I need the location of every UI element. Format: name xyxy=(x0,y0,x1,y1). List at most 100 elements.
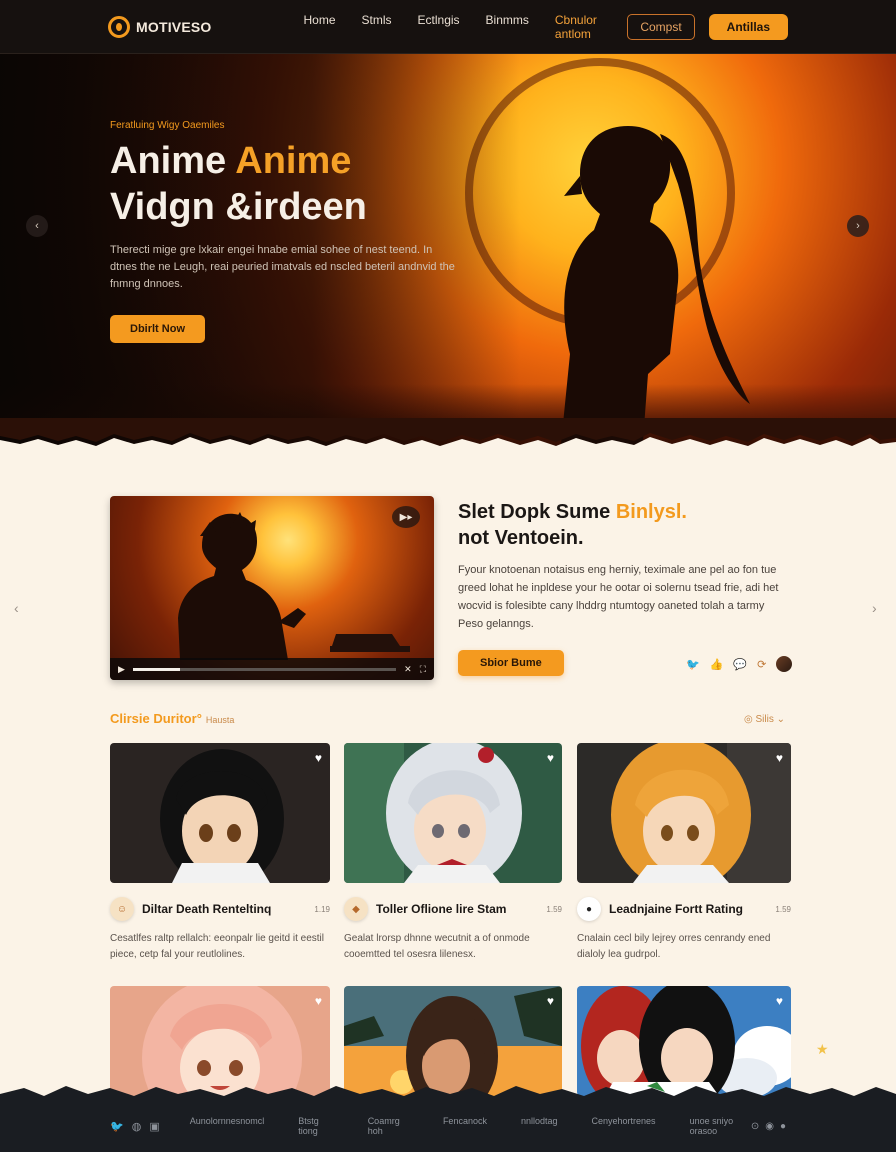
gallery-title-sup: ° xyxy=(196,711,202,726)
volume-icon[interactable]: ✕ xyxy=(404,664,412,675)
card-thumbnail[interactable]: ♥ xyxy=(577,743,791,883)
settings-icon[interactable]: ⊙ xyxy=(751,1121,759,1132)
twitter-icon[interactable]: 🐦 xyxy=(686,658,700,671)
card-title[interactable]: Diltar Death Renteltinq xyxy=(142,902,306,916)
section-prev-arrow-icon[interactable]: ‹ xyxy=(14,600,19,616)
anime-card-6[interactable]: ♥ xyxy=(577,986,791,1096)
feature-title-part-a: Slet Dopk Sume xyxy=(458,501,616,523)
card-count: 1.59 xyxy=(546,904,562,914)
anime-girl-dark-hair-illustration xyxy=(110,743,330,883)
card-header: ● Leadnjaine Fortt Rating 1.59 xyxy=(577,897,791,921)
fullscreen-icon[interactable]: ⛶ xyxy=(420,664,426,675)
card-thumbnail[interactable]: ♥ xyxy=(344,986,562,1096)
footer-link-6[interactable]: Cenyehortrenes xyxy=(592,1116,656,1136)
hero-description: Therecti mige gre lxkair engei hnabe emi… xyxy=(110,244,455,290)
nav-link-4[interactable]: Binmms xyxy=(486,13,529,41)
logo-text: MOTIVESO xyxy=(136,18,212,35)
chat-icon[interactable]: 💬 xyxy=(733,658,747,671)
hero-title: Anime Anime Vidgn &irdeen xyxy=(110,138,367,230)
footer-link-2[interactable]: Btstg tiong xyxy=(298,1116,333,1136)
card-avatar-icon: ☺ xyxy=(110,897,134,921)
chevron-left-icon[interactable]: ‹ xyxy=(26,215,48,237)
avatar[interactable] xyxy=(776,656,793,672)
footer-link-5[interactable]: nnllodtag xyxy=(521,1116,558,1136)
feature-title-line2: not Ventoein. xyxy=(458,527,584,549)
anime-card-5[interactable]: ♥ xyxy=(344,986,562,1096)
nav-link-2[interactable]: Stmls xyxy=(362,13,392,41)
sort-dropdown[interactable]: ◎ Silis ⌄ xyxy=(744,714,785,725)
anime-girl-silver-hair-illustration xyxy=(344,743,562,883)
video-player[interactable]: ▶▸ ▶ ✕ ⛶ xyxy=(110,496,434,680)
nav-link-home[interactable]: Home xyxy=(304,13,336,41)
footer-link-1[interactable]: Aunolornnesnomcl xyxy=(190,1116,265,1136)
video-progress-bar[interactable] xyxy=(132,667,397,671)
nav-link-3[interactable]: Ectlngis xyxy=(418,13,460,41)
feature-title-part-b: Binlysl. xyxy=(615,501,687,523)
favorite-heart-icon[interactable]: ♥ xyxy=(547,994,554,1008)
card-thumbnail[interactable]: ♥ xyxy=(110,986,330,1096)
card-header: ◆ Toller Oflione lire Stam 1.59 xyxy=(344,897,562,921)
cta-button[interactable]: Antillas xyxy=(708,13,788,40)
anime-card-2[interactable]: ♥ ◆ Toller Oflione lire Stam 1.59 Gealat… xyxy=(344,743,562,963)
footer-link-7[interactable]: unoe sniyo orasoo xyxy=(690,1116,751,1136)
card-count: 1.59 xyxy=(775,904,791,914)
anime-girl-pink-hair-illustration xyxy=(110,986,330,1096)
video-expand-icon[interactable]: ▶▸ xyxy=(392,506,420,528)
info-icon[interactable]: ● xyxy=(780,1121,786,1132)
girl-silhouette-illustration xyxy=(560,126,750,454)
anime-girl-sunset-illustration xyxy=(344,986,562,1096)
like-icon[interactable]: 👍 xyxy=(710,658,724,671)
play-icon[interactable]: ▶ xyxy=(118,664,125,675)
nav-link-5[interactable]: Cbnulor antlom xyxy=(555,13,609,41)
chevron-right-icon[interactable]: › xyxy=(847,215,869,237)
feature-cta-button[interactable]: Sbior Bume xyxy=(458,650,564,676)
footer-links: Aunolornnesnomcl Btstg tiong Coamrg hoh … xyxy=(190,1116,751,1136)
feature-description: Fyour knotoenan notaisus eng herniy, tex… xyxy=(458,564,779,630)
card-avatar-icon: ● xyxy=(577,897,601,921)
footer: 🐦 ◍ ▣ Aunolornnesnomcl Btstg tiong Coamr… xyxy=(0,1100,896,1152)
anime-card-4[interactable]: ♥ xyxy=(110,986,330,1096)
top-nav: MOTIVESO Home Stmls Ectlngis Binmms Cbnu… xyxy=(0,0,896,54)
card-thumbnail[interactable]: ♥ xyxy=(577,986,791,1096)
card-thumbnail[interactable]: ♥ xyxy=(110,743,330,883)
hero-eyebrow: Feratluing Wigy Oaemiles xyxy=(110,120,225,131)
nav-links: Home Stmls Ectlngis Binmms Cbnulor antlo… xyxy=(304,13,610,41)
login-button[interactable]: Compst xyxy=(627,13,695,40)
hero-cta-button[interactable]: Dbirlt Now xyxy=(110,315,205,343)
logo[interactable]: MOTIVESO xyxy=(108,15,212,38)
anime-card-1[interactable]: ♥ ☺ Diltar Death Renteltinq 1.19 Cesatlf… xyxy=(110,743,330,963)
card-title[interactable]: Toller Oflione lire Stam xyxy=(376,902,538,916)
footer-right-icons: ⊙ ◉ ● xyxy=(751,1121,786,1132)
share-icon[interactable]: ⟳ xyxy=(757,658,766,671)
globe-icon[interactable]: ◍ xyxy=(132,1120,142,1133)
card-description: Gealat lrorsp dhnne wecutnit a of onmode… xyxy=(344,933,530,960)
card-thumbnail[interactable]: ♥ xyxy=(344,743,562,883)
star-icon: ★ xyxy=(816,1041,829,1057)
twitter-icon[interactable]: 🐦 xyxy=(110,1120,124,1133)
feature-title: Slet Dopk Sume Binlysl. not Ventoein. xyxy=(458,499,758,551)
hero-title-part-b: Anime xyxy=(235,140,352,182)
footer-link-4[interactable]: Fencanock xyxy=(443,1116,487,1136)
favorite-heart-icon[interactable]: ♥ xyxy=(547,751,554,765)
favorite-heart-icon[interactable]: ♥ xyxy=(315,751,322,765)
anime-card-3[interactable]: ♥ ● Leadnjaine Fortt Rating 1.59 Cnalain… xyxy=(577,743,791,963)
language-icon[interactable]: ◉ xyxy=(765,1121,774,1132)
hero-banner: Feratluing Wigy Oaemiles Anime Anime Vid… xyxy=(0,54,896,454)
gallery-subtitle: Hausta xyxy=(205,715,235,725)
social-icons: 🐦 👍 💬 ⟳ xyxy=(686,656,793,672)
favorite-heart-icon[interactable]: ♥ xyxy=(315,994,322,1008)
favorite-heart-icon[interactable]: ♥ xyxy=(776,994,783,1008)
card-count: 1.19 xyxy=(314,904,330,914)
section-next-arrow-icon[interactable]: › xyxy=(872,600,877,616)
card-description: Cesatlfes raltp rellalch: eeonpalr lie g… xyxy=(110,933,324,960)
card-title[interactable]: Leadnjaine Fortt Rating xyxy=(609,902,767,916)
card-description: Cnalain cecl bily lejrey orres cenrandy … xyxy=(577,933,771,960)
favorite-heart-icon[interactable]: ♥ xyxy=(776,751,783,765)
boy-silhouette-illustration xyxy=(178,512,410,660)
footer-link-3[interactable]: Coamrg hoh xyxy=(368,1116,409,1136)
anime-girl-orange-hair-illustration xyxy=(577,743,791,883)
torn-paper-edge xyxy=(0,418,896,458)
facebook-icon[interactable]: ▣ xyxy=(149,1120,159,1133)
card-header: ☺ Diltar Death Renteltinq 1.19 xyxy=(110,897,330,921)
video-controls: ▶ ✕ ⛶ xyxy=(110,658,434,680)
